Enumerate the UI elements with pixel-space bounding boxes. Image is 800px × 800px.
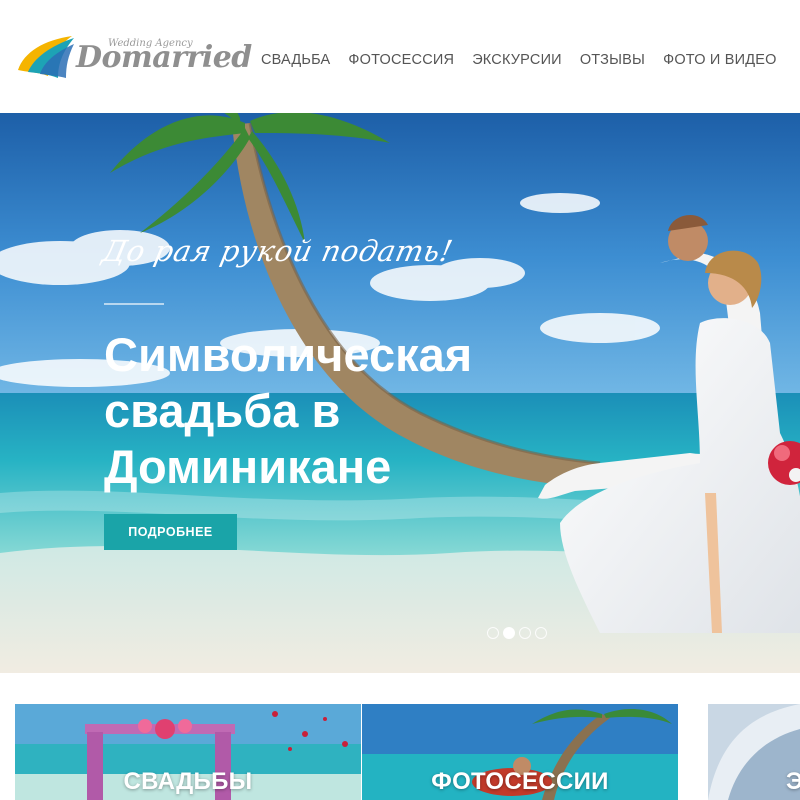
nav-item-excursions[interactable]: ЭКСКУРСИИ — [463, 48, 571, 72]
hero-title-line: Символическая — [104, 328, 473, 381]
nav-item-photoshoot[interactable]: ФОТОСЕССИЯ — [339, 48, 463, 72]
card-photoshoots-label: ФОТОСЕССИИ — [431, 768, 609, 795]
slider-dot[interactable] — [519, 627, 531, 639]
slider-dots — [487, 627, 547, 639]
main-nav: СВАДЬБА ФОТОСЕССИЯ ЭКСКУРСИИ ОТЗЫВЫ ФОТО… — [252, 48, 786, 72]
card-weddings-label: СВАДЬБЫ — [123, 768, 253, 795]
card-weddings[interactable]: СВАДЬБЫ — [15, 704, 361, 800]
hero-title-line: Доминикане — [104, 440, 392, 493]
slider-dot[interactable] — [535, 627, 547, 639]
card-excursions-label: Э — [786, 768, 800, 795]
hero-title: Символическая свадьба в Доминикане — [104, 327, 574, 495]
hero-title-line: свадьба в — [104, 384, 341, 437]
nav-item-wedding[interactable]: СВАДЬБА — [252, 48, 339, 72]
hero-tagline: До рая рукой подать! — [99, 234, 456, 268]
card-excursions[interactable]: Э — [708, 704, 800, 800]
logo[interactable]: Wedding Agency Domarried — [14, 30, 252, 82]
slider-dot-active[interactable] — [503, 627, 515, 639]
logo-wave-icon — [18, 36, 74, 78]
slider-dot[interactable] — [487, 627, 499, 639]
more-button[interactable]: ПОДРОБНЕЕ — [104, 514, 237, 550]
card-photoshoots[interactable]: ФОТОСЕССИИ — [362, 704, 678, 800]
hero-divider — [104, 303, 164, 305]
site-header: Wedding Agency Domarried СВАДЬБА ФОТОСЕС… — [0, 0, 800, 113]
hero-slider: До рая рукой подать! Символическая свадь… — [0, 113, 800, 673]
category-cards: СВАДЬБЫ ФОТОСЕССИИ Э — [0, 673, 800, 800]
nav-item-photo-video[interactable]: ФОТО И ВИДЕО — [654, 48, 786, 72]
nav-item-reviews[interactable]: ОТЗЫВЫ — [571, 48, 654, 72]
logo-name: Domarried — [76, 40, 252, 75]
